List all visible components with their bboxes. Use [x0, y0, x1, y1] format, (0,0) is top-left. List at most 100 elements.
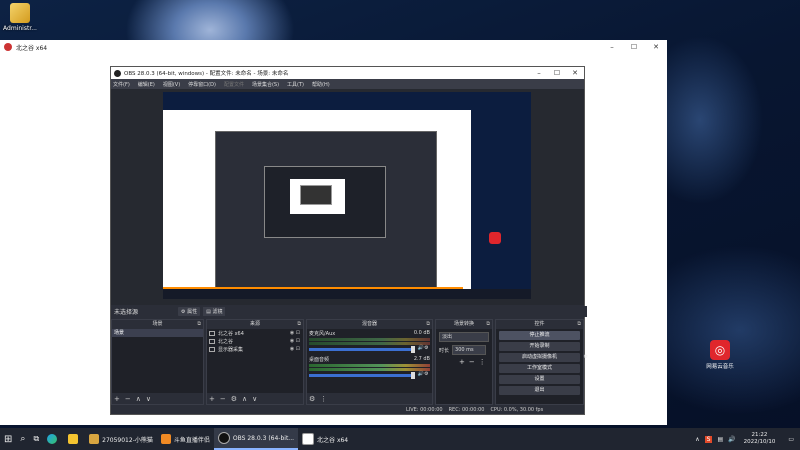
obs-maximize-button[interactable]: ☐ [548, 69, 566, 77]
menu-edit[interactable]: 编辑(E) [138, 81, 155, 88]
maximize-button[interactable]: ☐ [623, 43, 645, 51]
dock-title: 场景转换 ⧉ [436, 320, 492, 329]
taskbar-item-label: OBS 28.0.3 (64-bit... [232, 434, 295, 442]
ime-icon[interactable]: S [704, 435, 713, 443]
settings-button[interactable]: 设置 [499, 375, 580, 384]
mixer-title: 混音器 [361, 321, 377, 327]
more-icon[interactable]: ⋮ [320, 395, 327, 403]
dock-float-icon[interactable]: ⧉ [486, 320, 490, 329]
volume-icon[interactable]: 🔊 [728, 436, 735, 443]
menu-view[interactable]: 视图(V) [163, 81, 180, 88]
channel-name: 麦克风/Aux [309, 331, 336, 337]
gear-icon[interactable]: ⚙ [584, 353, 588, 362]
obs-close-button[interactable]: ✕ [566, 69, 584, 77]
explorer-icon[interactable] [64, 428, 85, 450]
task-view-icon[interactable]: ⧉ [29, 428, 43, 450]
gear-icon[interactable]: ⚙ [309, 395, 315, 403]
obs-minimize-button[interactable]: – [530, 69, 548, 77]
dock-float-icon[interactable]: ⧉ [426, 320, 430, 329]
menu-tools[interactable]: 工具(T) [287, 81, 304, 88]
add-icon[interactable]: + [459, 358, 465, 366]
duration-input[interactable]: 300 ms [452, 345, 487, 355]
taskbar-item-beizhigu[interactable]: 北之谷 x64 [298, 428, 352, 450]
clock[interactable]: 21:22 2022/10/10 [744, 432, 776, 446]
volume-slider[interactable] [309, 371, 415, 379]
start-virtual-camera-button[interactable]: 启动虚拟摄像机 ⚙ [499, 353, 588, 362]
gear-icon[interactable]: ⚙ [231, 395, 237, 403]
dock-float-icon[interactable]: ⧉ [577, 320, 581, 329]
taskbar-item-obs[interactable]: OBS 28.0.3 (64-bit... [213, 428, 299, 450]
filters-button[interactable]: ▤ 滤镜 [203, 307, 226, 316]
menu-profile[interactable]: 配置文件 [224, 81, 244, 88]
nested-obs-deep [300, 185, 332, 205]
source-item[interactable]: 北之谷 x64 ◉ ⊡ [207, 329, 303, 337]
clock-date: 2022/10/10 [743, 439, 776, 445]
nested-taskbar [163, 287, 531, 299]
speaker-icon[interactable]: 🔊⚙ [418, 345, 429, 351]
volume-meter [309, 364, 430, 367]
dock-title: 来源 ⧉ [207, 320, 303, 329]
taskbar: ⊞ ⌕ ⧉ 27059012-小熊猫 斗鱼直播伴侣 OBS 28.0.3 (64… [0, 428, 800, 450]
move-up-icon[interactable]: ∧ [136, 395, 141, 403]
channel-db: 2.7 dB [413, 356, 430, 362]
stop-streaming-button[interactable]: 停止推流 [499, 331, 580, 340]
source-item[interactable]: 显示器采集 ◉ ⊡ [207, 345, 303, 353]
mixer-toolbar: ⚙ ⋮ [307, 393, 432, 404]
remove-icon[interactable]: − [125, 395, 131, 403]
live-status: LIVE: 00:00:00 [406, 406, 443, 413]
desktop-icon-netease[interactable]: ◎ 网易云音乐 [700, 340, 740, 370]
scene-item[interactable]: 场景 [112, 329, 203, 337]
menu-docks[interactable]: 停靠窗口(D) [188, 81, 216, 88]
move-up-icon[interactable]: ∧ [242, 395, 247, 403]
menu-file[interactable]: 文件(F) [113, 81, 130, 88]
studio-mode-button[interactable]: 工作室模式 [499, 364, 580, 373]
notification-icon[interactable]: ▭ [788, 436, 794, 443]
preview-canvas [163, 92, 531, 299]
visibility-icon[interactable]: ◉ ⊡ [290, 338, 300, 344]
visibility-icon[interactable]: ◉ ⊡ [290, 330, 300, 336]
start-button[interactable]: ⊞ [0, 428, 16, 450]
dock-float-icon[interactable]: ⧉ [297, 320, 301, 329]
edge-icon[interactable] [43, 428, 64, 450]
minimize-button[interactable]: – [601, 43, 623, 51]
remove-icon[interactable]: − [469, 358, 475, 366]
system-tray: ∧ S ▤ 🔊 21:22 2022/10/10 ▭ [690, 432, 800, 446]
add-icon[interactable]: + [209, 395, 215, 403]
remove-icon[interactable]: − [220, 395, 226, 403]
exit-button[interactable]: 退出 [499, 386, 580, 395]
source-toolbar: 未选择源 ⚙ 属性 ▤ 滤镜 [111, 306, 587, 317]
taskbar-item-label: 北之谷 x64 [317, 436, 349, 444]
properties-label: 属性 [187, 309, 198, 315]
move-down-icon[interactable]: ∨ [146, 395, 151, 403]
controls-title: 控件 [534, 321, 545, 327]
nested-progress [163, 287, 463, 289]
close-button[interactable]: ✕ [645, 43, 667, 51]
move-down-icon[interactable]: ∨ [252, 395, 257, 403]
sources-toolbar: + − ⚙ ∧ ∨ [207, 393, 303, 404]
menu-help[interactable]: 帮助(H) [312, 81, 330, 88]
add-icon[interactable]: + [114, 395, 120, 403]
dock-float-icon[interactable]: ⧉ [197, 320, 201, 329]
chevron-up-icon[interactable]: ∧ [695, 436, 699, 443]
rec-status: REC: 00:00:00 [448, 406, 485, 413]
network-icon[interactable]: ▤ [717, 436, 723, 443]
menu-scene-collection[interactable]: 场景集合(S) [252, 81, 279, 88]
mixer-channel-desktop: 桌面音频 2.7 dB 🔊⚙ [307, 355, 432, 379]
more-icon[interactable]: ⋮ [479, 358, 486, 366]
desktop-icon-administrator[interactable]: Administr... [0, 3, 40, 32]
taskbar-item-panda[interactable]: 27059012-小熊猫 [85, 428, 157, 450]
taskbar-item-douyu[interactable]: 斗鱼直播伴侣 [157, 428, 214, 450]
speaker-icon[interactable]: 🔊⚙ [418, 371, 429, 377]
volume-slider[interactable] [309, 345, 415, 353]
transitions-dock: 场景转换 ⧉ 淡出 时长 300 ms + − ⋮ [435, 319, 493, 405]
properties-button[interactable]: ⚙ 属性 [178, 307, 201, 316]
transition-select[interactable]: 淡出 [439, 332, 489, 342]
dock-title: 控件 ⧉ [496, 320, 583, 329]
source-item[interactable]: 北之谷 ◉ ⊡ [207, 337, 303, 345]
visibility-icon[interactable]: ◉ ⊡ [290, 346, 300, 352]
start-recording-button[interactable]: 开始录制 [499, 342, 580, 351]
obs-preview[interactable] [111, 89, 584, 305]
search-icon[interactable]: ⌕ [16, 428, 29, 450]
obs-window-title: OBS 28.0.3 (64-bit, windows) - 配置文件: 未命名… [124, 71, 289, 77]
source-label: 北之谷 [218, 338, 234, 345]
